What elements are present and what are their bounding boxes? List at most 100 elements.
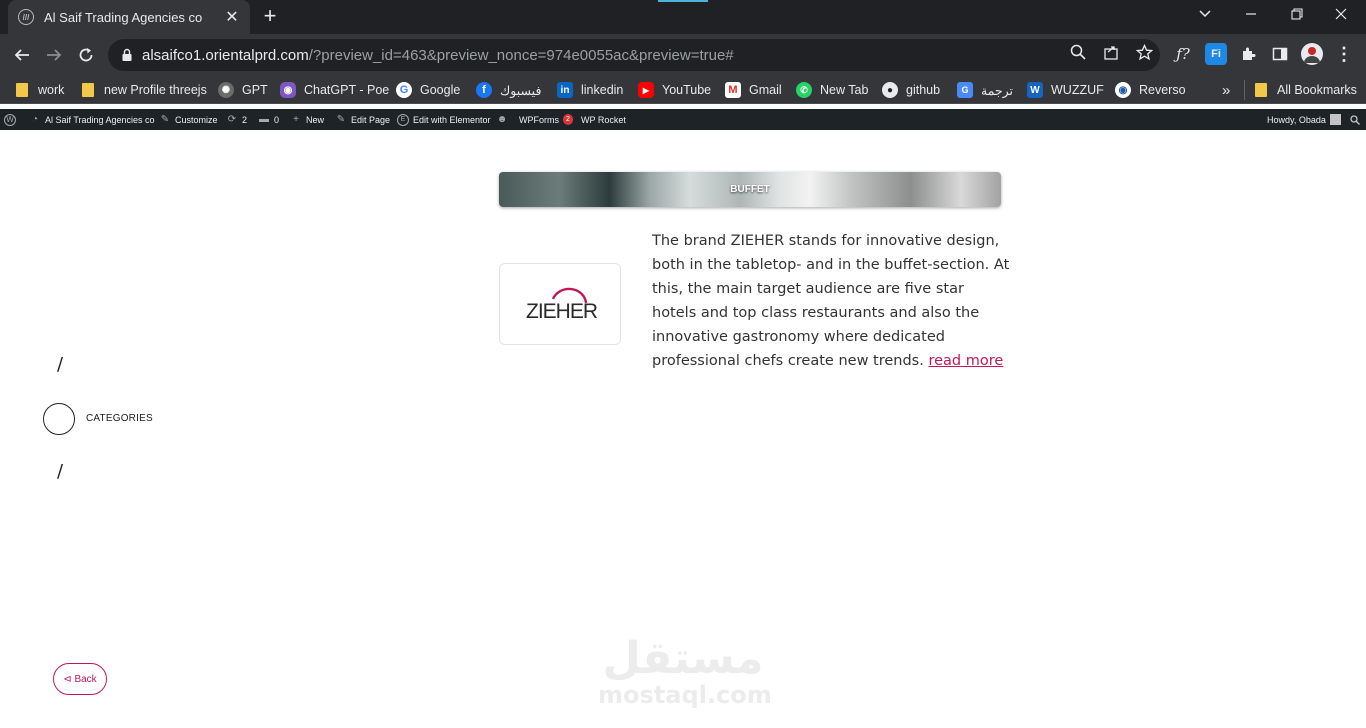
tab-search-chevron-icon[interactable] [1192, 4, 1218, 28]
tab-strip-accent [658, 0, 708, 2]
brand-logo-card[interactable]: ZIEHER [499, 263, 621, 345]
bookmark-label: work [38, 83, 65, 97]
bookmark-label: Google [420, 83, 461, 97]
brand-description-text: The brand ZIEHER stands for innovative d… [652, 233, 1010, 369]
wp-wpforms[interactable]: WPForms 2 [519, 109, 573, 130]
bookmark-reverso[interactable]: ◉ Reverso [1115, 80, 1186, 100]
bookmark-google[interactable]: G Google [396, 80, 460, 100]
wp-edit-elementor[interactable]: E Edit with Elementor [397, 109, 491, 130]
wp-rocket[interactable]: WP Rocket [581, 109, 626, 130]
formula-extension-icon[interactable]: ƒ? [1172, 43, 1194, 65]
wp-edit-page[interactable]: ✎ Edit Page [335, 109, 390, 130]
wp-comments[interactable]: ▬ 0 [258, 109, 279, 130]
bookmark-linkedin[interactable]: in linkedin [557, 80, 623, 100]
breadcrumb-separator-top: / [57, 354, 64, 375]
whatsapp-icon: ✆ [796, 82, 812, 98]
user-avatar [1329, 114, 1341, 125]
updates-icon: ⟳ [227, 114, 237, 125]
address-bar[interactable]: alsaifco1.orientalprd.com/?preview_id=46… [108, 39, 1160, 71]
reload-button[interactable] [73, 42, 99, 68]
poe-icon: ◉ [280, 82, 296, 98]
close-tab-icon[interactable]: ✕ [224, 7, 240, 27]
forward-nav-button[interactable] [41, 42, 67, 68]
minimize-button[interactable] [1238, 4, 1264, 28]
profile-avatar[interactable] [1301, 43, 1323, 65]
wp-search-icon[interactable] [1350, 109, 1360, 130]
zieher-logo: ZIEHER [526, 287, 599, 323]
arrow-right-icon [47, 49, 62, 61]
categories-circle-icon[interactable] [43, 403, 75, 435]
bookmark-star-icon[interactable] [1134, 42, 1154, 62]
bookmark-label: WUZZUF [1051, 83, 1104, 97]
openai-icon: ✺ [218, 82, 234, 98]
comment-icon: ▬ [259, 114, 269, 125]
youtube-icon: ▶ [638, 82, 654, 98]
read-more-link[interactable]: read more [928, 353, 1003, 369]
wpforms-badge: 2 [563, 114, 573, 125]
categories-label[interactable]: CATEGORIES [86, 413, 153, 424]
bookmark-youtube[interactable]: ▶ YouTube [638, 80, 711, 100]
bookmark-facebook[interactable]: f فيسبوك [476, 80, 541, 100]
bookmark-new-tab[interactable]: ✆ New Tab [796, 80, 868, 100]
gmail-icon: M [725, 82, 741, 98]
arrow-left-icon [14, 49, 29, 61]
wp-comments-count: 0 [274, 114, 280, 125]
bookmark-label: YouTube [662, 83, 712, 97]
wp-customize[interactable]: ✎ Customize [159, 109, 218, 130]
breadcrumb-separator-bottom: / [57, 461, 64, 482]
wordpress-icon: W [4, 113, 16, 126]
side-panel-icon[interactable] [1269, 43, 1291, 65]
back-button[interactable]: ⊲ Back [53, 663, 107, 695]
bookmarks-overflow-chevron[interactable]: » [1222, 80, 1230, 100]
bookmark-label: GPT [242, 83, 268, 97]
github-icon: ● [882, 82, 898, 98]
back-nav-button[interactable] [9, 42, 35, 68]
linkedin-icon: in [557, 82, 573, 98]
wp-admin-bar: W ◔ Al Saif Trading Agencies co ✎ Customiz… [0, 109, 1366, 130]
translate-icon: G [957, 82, 973, 98]
fi-extension-icon[interactable]: Fi [1205, 43, 1227, 65]
bookmark-new-profile-threejs[interactable]: new Profile threejs [82, 80, 207, 100]
all-bookmarks-folder[interactable]: All Bookmarks [1244, 80, 1357, 100]
watermark-arabic: مستقل [602, 633, 764, 684]
bookmark-wuzzuf[interactable]: W WUZZUF [1027, 80, 1104, 100]
folder-icon [82, 83, 94, 97]
bookmark-work[interactable]: work [16, 80, 64, 100]
reload-icon [79, 48, 93, 62]
bookmark-chatgpt-poe[interactable]: ◉ ChatGPT - Poe [280, 80, 389, 100]
new-tab-button[interactable]: + [258, 5, 282, 29]
wp-edit-page-label: Edit Page [351, 114, 391, 125]
wp-site-name[interactable]: ◔ Al Saif Trading Agencies co [29, 109, 155, 130]
overflow-icon: » [1222, 81, 1231, 99]
browser-tab-active[interactable]: /// Al Saif Trading Agencies co ✕ [8, 0, 250, 34]
wp-new[interactable]: + New [290, 109, 324, 130]
bookmark-github[interactable]: ● github [882, 80, 940, 100]
extensions-puzzle-icon[interactable] [1237, 43, 1259, 65]
url-path: /?preview_id=463&preview_nonce=974e0055a… [308, 46, 734, 64]
bookmark-label: Gmail [749, 83, 782, 97]
lock-icon [122, 48, 132, 61]
bookmark-gmail[interactable]: M Gmail [725, 80, 782, 100]
bookmark-label: New Tab [820, 83, 869, 97]
page-content: / CATEGORIES / BUFFET ZIEHER The brand Z… [0, 130, 1366, 728]
bookmark-label: ChatGPT - Poe [304, 83, 390, 97]
site-favicon-icon: /// [18, 9, 34, 25]
bookmark-gpt[interactable]: ✺ GPT [218, 80, 268, 100]
wp-updates[interactable]: ⟳ 2 [226, 109, 247, 130]
chrome-menu-icon[interactable]: ⋮ [1333, 43, 1355, 65]
elementor-icon: E [397, 113, 409, 126]
wuzzuf-icon: W [1027, 82, 1043, 98]
bookmark-translate[interactable]: G ترجمة [957, 80, 1013, 100]
close-window-button[interactable] [1328, 4, 1354, 28]
share-icon[interactable] [1101, 42, 1121, 62]
wp-logo-icon[interactable]: W [4, 109, 20, 130]
wp-wpforms-label: WPForms [519, 114, 559, 125]
bookmark-label: github [906, 83, 941, 97]
zoom-icon[interactable] [1068, 42, 1088, 62]
restore-button[interactable] [1284, 4, 1310, 28]
tab-title: Al Saif Trading Agencies co [44, 9, 203, 25]
wp-smiley[interactable]: ☻ [496, 109, 512, 130]
wp-howdy[interactable]: Howdy, Obada [1267, 109, 1341, 130]
brand-description: The brand ZIEHER stands for innovative d… [652, 229, 1012, 373]
folder-icon [1255, 83, 1267, 97]
